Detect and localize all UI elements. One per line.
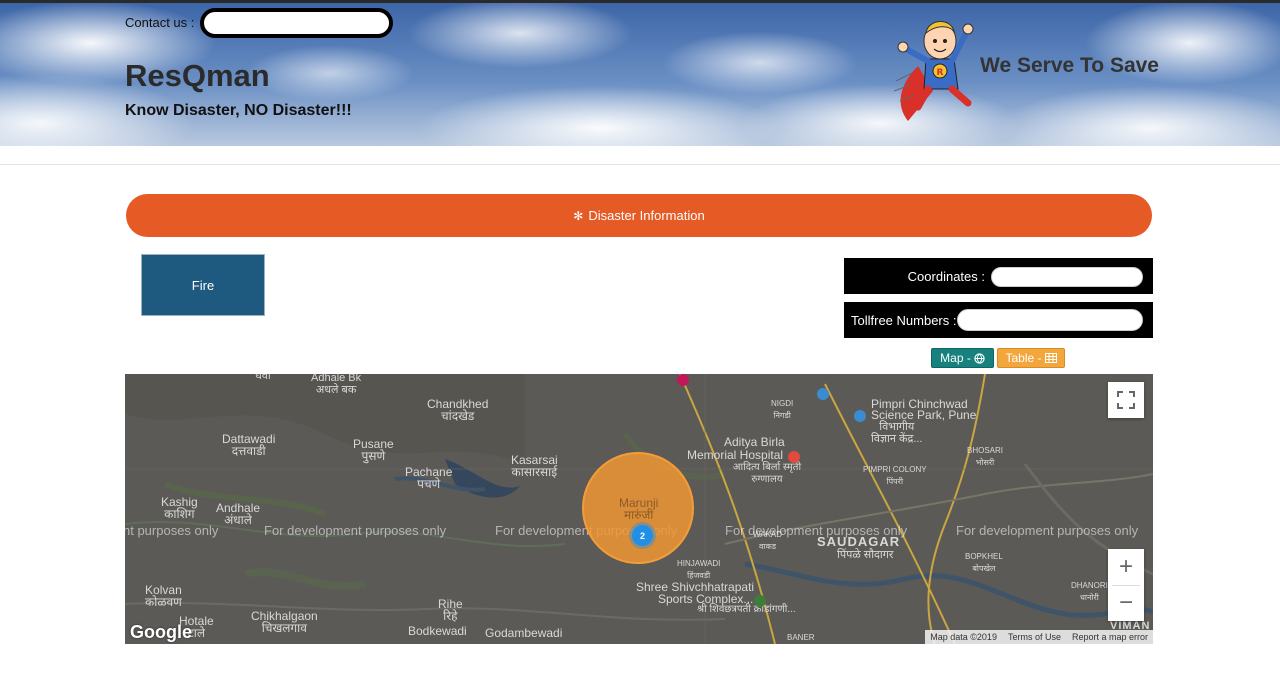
map-label: Kolvan कोळवण (145, 583, 182, 609)
map-label: Kashig काशिग (161, 495, 198, 521)
map-label: BHOSARI भोसरी (967, 446, 1004, 467)
hospital-marker-icon[interactable] (788, 451, 800, 463)
contact-field[interactable] (200, 8, 393, 38)
map-label: Pusane पुसणे (353, 437, 394, 463)
map-label: श्री शिवछत्रपती क्रीडांगणी... (697, 604, 796, 615)
table-icon (1044, 353, 1057, 363)
disaster-information-button[interactable]: ✻ Disaster Information (126, 194, 1152, 237)
site-motto: We Serve To Save (980, 54, 1159, 77)
asterisk-icon: ✻ (573, 208, 584, 223)
fullscreen-icon (1117, 391, 1135, 409)
map-attribution: Map data ©2019 Terms of Use Report a map… (925, 630, 1153, 644)
superhero-mascot-icon: R (893, 21, 974, 121)
map-label: Chikhalgaon चिखलगाव (251, 609, 318, 635)
zoom-in-button[interactable]: + (1108, 549, 1144, 585)
place-marker-icon[interactable] (817, 388, 829, 400)
fullscreen-button[interactable] (1108, 382, 1144, 418)
tollfree-panel: Tollfree Numbers : (844, 302, 1153, 338)
google-logo[interactable]: Google (130, 622, 192, 643)
disaster-map[interactable]: धवा Adhale Bk अधले बक Chandkhed चांदखेड Da… (125, 374, 1153, 644)
table-view-label: Table - (1005, 351, 1042, 365)
map-view-button[interactable]: Map - (931, 348, 994, 368)
zoom-out-button[interactable]: − (1108, 585, 1144, 621)
map-label: Rihe रिहे (438, 597, 463, 623)
map-label: Dattawadi दत्तवाडी (222, 432, 276, 458)
globe-icon (974, 352, 985, 364)
map-label: Godambewadi (485, 626, 563, 640)
tollfree-label: Tollfree Numbers : (851, 313, 957, 328)
map-label: Kasarsai कासारसाई (511, 453, 558, 479)
map-view-label: Map - (940, 351, 971, 365)
map-label: Aditya Birla (724, 435, 785, 449)
coordinates-label: Coordinates : (907, 269, 985, 284)
map-label: विभागीय विज्ञान केंद्र... (871, 421, 923, 445)
site-tagline: Know Disaster, NO Disaster!!! (125, 102, 352, 119)
map-label: HINJAWADI हिंजवडी (677, 559, 721, 580)
map-label: Pachane पचणे (405, 465, 453, 491)
cluster-marker[interactable]: 2 (632, 525, 653, 546)
tollfree-field[interactable] (957, 309, 1143, 331)
map-label: PIMPRI COLONY पिंपरी (863, 465, 927, 486)
fire-disaster-button[interactable]: Fire (141, 254, 265, 316)
map-label: NIGDI निगडी (771, 399, 794, 420)
map-label: Science Park, Pune (871, 408, 977, 422)
map-label: पिंपळे सौदागर (837, 549, 894, 561)
dev-watermark: nt purposes only (125, 523, 219, 538)
map-label: Bodkewadi (408, 624, 467, 638)
map-label: आदित्य बिर्ला स्मृती रुग्णालय (732, 462, 802, 485)
coordinates-field[interactable] (991, 267, 1143, 287)
report-map-error-link[interactable]: Report a map error (1072, 632, 1148, 642)
fire-label: Fire (191, 277, 215, 293)
map-label: BANER (787, 633, 815, 642)
place-marker-icon[interactable] (677, 374, 689, 386)
map-label: Marunji मारुंजी (619, 496, 659, 522)
dev-watermark: For development purposes only (264, 523, 447, 538)
map-label: DHANORI धानोरी (1071, 581, 1108, 602)
header-divider (0, 164, 1280, 165)
dev-watermark: For development purposes only (725, 523, 908, 538)
map-label: Memorial Hospital (687, 448, 784, 462)
disaster-information-label: Disaster Information (588, 208, 705, 223)
contact-label: Contact us : (125, 15, 195, 30)
map-label: Andhale अंधाले (216, 501, 261, 527)
coordinates-panel: Coordinates : (844, 258, 1153, 294)
place-marker-icon[interactable] (854, 410, 866, 422)
header-banner: Contact us : ResQman Know Disaster, NO D… (0, 3, 1280, 146)
map-label: Adhale Bk अधले बक (311, 374, 362, 396)
map-data-credit: Map data ©2019 (930, 632, 997, 642)
zoom-control: + − (1108, 549, 1144, 621)
terms-of-use-link[interactable]: Terms of Use (1008, 632, 1061, 642)
svg-text:R: R (937, 68, 944, 78)
map-label: BOPKHEL बोपखेल (965, 552, 1003, 573)
site-title: ResQman (125, 58, 270, 93)
table-view-button[interactable]: Table - (997, 348, 1065, 368)
dev-watermark: For development purposes only (956, 523, 1139, 538)
park-marker-icon[interactable] (754, 595, 766, 607)
map-label: धवा (255, 374, 271, 382)
map-label: Chandkhed चांदखेड (427, 397, 489, 423)
